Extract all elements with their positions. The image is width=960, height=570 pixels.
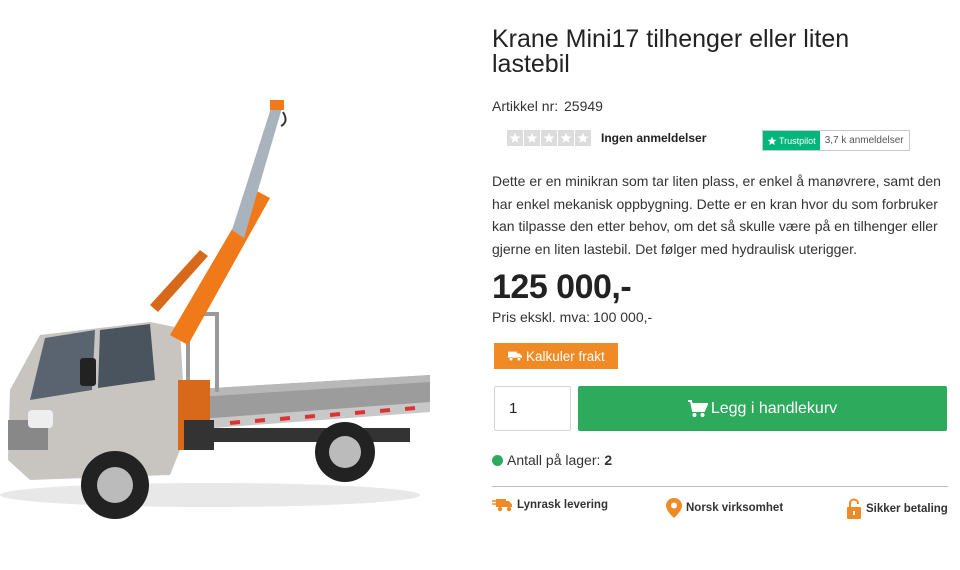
star-icon [507,130,523,146]
map-pin-icon [666,498,682,518]
product-title: Krane Mini17 tilhenger eller liten laste… [492,25,850,78]
usp-norwegian-company: Norsk virksomhet [666,498,783,518]
trustpilot-star-icon [767,136,777,145]
divider [492,486,948,487]
trustpilot-review-count: 3,7 k anmeldelser [819,131,909,150]
cart-icon [687,399,708,417]
trustpilot-badge[interactable]: Trustpilot 3,7 k anmeldelser [762,130,910,151]
usp-label: Lynrask levering [517,499,608,511]
rating[interactable]: Ingen anmeldelser [507,130,706,146]
calculate-shipping-label: Kalkuler frakt [526,348,605,364]
add-to-cart-button[interactable]: Legg i handlekurv [578,386,947,431]
usp-secure-payment: Sikker betaling [846,498,948,520]
truck-icon [508,351,522,362]
price-excl-vat-label: Pris ekskl. mva: [492,309,591,325]
star-icon [524,130,540,146]
usp-label: Norsk virksomhet [686,502,784,514]
trustpilot-brand: Trustpilot [779,135,816,146]
product-price: 125 000,- [492,268,632,306]
add-to-cart-label: Legg i handlekurv [710,399,838,417]
stock-label: Antall på lager: [507,452,601,468]
stock-status: Antall på lager: 2 [492,452,612,468]
trustpilot-logo: Trustpilot [763,131,820,150]
star-rating [507,130,591,146]
calculate-shipping-button[interactable]: Kalkuler frakt [494,343,618,369]
truck-icon [492,499,512,512]
product-description: Dette er en minikran som tar liten plass… [492,173,941,257]
price-excl-vat: Pris ekskl. mva: 100 000,- [492,309,652,325]
product-image [0,100,430,519]
sku-line: Artikkel nr: 25949 [492,98,603,114]
usp-fast-delivery: Lynrask levering [492,498,608,512]
in-stock-dot-icon [492,454,503,466]
usp-label: Sikker betaling [866,503,948,515]
sku-value: 25949 [564,98,603,114]
price-excl-vat-value: 100 000,- [593,309,653,325]
star-icon [541,130,557,146]
lock-icon [847,498,861,519]
review-count-label[interactable]: Ingen anmeldelser [601,131,706,145]
quantity-input[interactable] [494,386,571,431]
sku-label: Artikkel nr: [492,98,559,114]
star-icon [575,130,591,146]
star-icon [558,130,574,146]
stock-count: 2 [604,452,613,468]
